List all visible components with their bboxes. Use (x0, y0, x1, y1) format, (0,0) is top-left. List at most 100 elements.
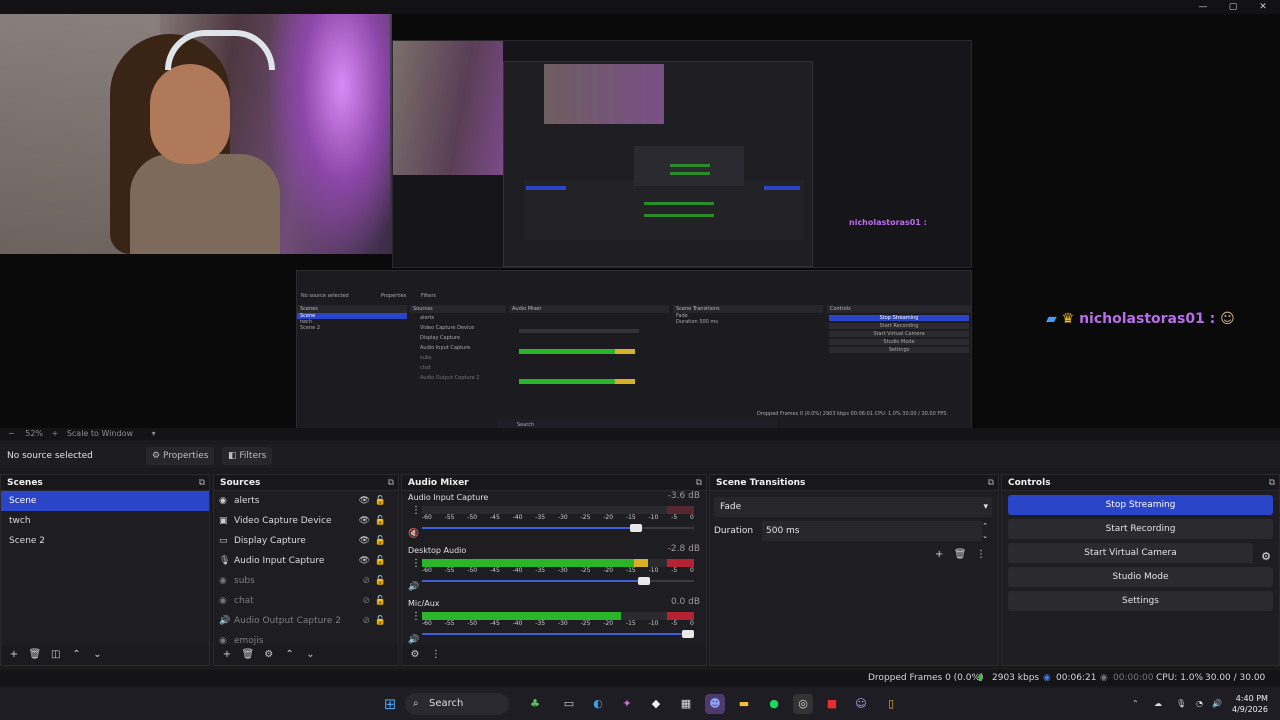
undock-icon[interactable]: ⧉ (388, 475, 394, 491)
scene-item[interactable]: Scene (1, 491, 209, 511)
task-view-icon[interactable]: ▭ (559, 694, 579, 714)
cloud-icon[interactable]: ☁ (1154, 688, 1162, 720)
filters-button[interactable]: ◧ Filters (222, 447, 273, 465)
zoom-plus-icon[interactable]: + (52, 429, 59, 438)
source-item[interactable]: ◉ emojis (214, 631, 398, 645)
eye-icon[interactable]: 👁 (359, 531, 370, 551)
chevron-up-icon[interactable]: ⌃ (68, 645, 86, 665)
spotify-icon[interactable]: ● (764, 694, 784, 714)
undock-icon[interactable]: ⧉ (1269, 475, 1275, 491)
source-item[interactable]: 🔊 Audio Output Capture 2 ⊘ 🔓 (214, 611, 398, 631)
eye-off-icon[interactable]: ⊘ (362, 611, 370, 631)
windows-start-icon[interactable]: ⊞ (380, 694, 400, 714)
store-icon[interactable]: ▦ (676, 694, 696, 714)
app-icon[interactable]: ◆ (646, 694, 666, 714)
properties-button[interactable]: ⚙ Properties (146, 447, 215, 465)
app-notes-icon[interactable]: ▯ (881, 694, 901, 714)
edge-icon[interactable]: ◐ (588, 694, 608, 714)
lock-icon[interactable]: 🔓 (375, 531, 386, 551)
volume-fader[interactable] (422, 576, 694, 586)
source-item[interactable]: ◉ subs ⊘ 🔓 (214, 571, 398, 591)
widget-icon[interactable]: ♣ (525, 694, 545, 714)
fader-knob[interactable] (638, 577, 651, 585)
trash-icon[interactable]: 🗑 (26, 645, 44, 665)
gear-icon[interactable]: ⚙ (260, 645, 278, 665)
discord-icon[interactable]: ☻ (705, 694, 725, 714)
stop-streaming-button[interactable]: Stop Streaming (1008, 495, 1273, 515)
wifi-icon[interactable]: ◔ (1196, 688, 1203, 720)
lock-icon[interactable]: 🔓 (375, 591, 386, 611)
maximize-button[interactable]: ▢ (1218, 0, 1248, 14)
lock-icon[interactable]: 🔓 (375, 511, 386, 531)
filter-icon[interactable]: ◫ (47, 645, 65, 665)
gear-icon[interactable]: ⚙ (406, 645, 424, 665)
start-virtual-camera-button[interactable]: Start Virtual Camera (1008, 543, 1253, 563)
channel-menu-icon[interactable]: ⋮ (411, 505, 421, 516)
fader-knob[interactable] (682, 630, 694, 638)
add-icon[interactable]: + (930, 545, 948, 565)
lock-icon[interactable]: 🔓 (375, 571, 386, 591)
undock-icon[interactable]: ⧉ (199, 475, 205, 491)
mic-icon[interactable]: 🎙 (1176, 688, 1186, 720)
app-red-icon[interactable]: ■ (822, 694, 842, 714)
lock-icon[interactable]: 🔓 (375, 551, 386, 571)
gear-icon[interactable]: ⚙ (1261, 547, 1271, 567)
source-item[interactable]: ◉ alerts 👁 🔓 (214, 491, 398, 511)
add-icon[interactable]: + (218, 645, 236, 665)
eye-icon[interactable]: 👁 (359, 551, 370, 571)
obs-icon[interactable]: ◎ (793, 694, 813, 714)
scene-item[interactable]: Scene 2 (1, 531, 209, 551)
lock-icon[interactable]: 🔓 (375, 491, 386, 511)
volume-fader[interactable] (422, 523, 694, 533)
trash-icon[interactable]: 🗑 (239, 645, 257, 665)
add-icon[interactable]: + (5, 645, 23, 665)
tick-label: -55 (444, 567, 455, 574)
fader-knob[interactable] (630, 524, 643, 532)
undock-icon[interactable]: ⧉ (988, 475, 994, 491)
app-bot-icon[interactable]: ☺ (851, 694, 871, 714)
studio-mode-button[interactable]: Studio Mode (1008, 567, 1273, 587)
copilot-icon[interactable]: ✦ (617, 694, 637, 714)
chevron-down-icon[interactable]: ⌄ (302, 645, 320, 665)
chevron-down-icon[interactable]: ▾ (152, 429, 156, 438)
clock[interactable]: 4:40 PM 4/9/2026 (1232, 693, 1268, 715)
eye-icon[interactable]: 👁 (359, 491, 370, 511)
zoom-minus-icon[interactable]: − (8, 429, 15, 438)
source-item[interactable]: ▣ Video Capture Device 👁 🔓 (214, 511, 398, 531)
chevron-up-icon[interactable]: ⌃ (281, 645, 299, 665)
more-icon[interactable]: ⋮ (972, 545, 990, 565)
duration-row: Duration 500 ms ⌃ ⌄ (714, 521, 992, 541)
volume-fader[interactable] (422, 629, 694, 639)
settings-button[interactable]: Settings (1008, 591, 1273, 611)
close-button[interactable]: ✕ (1248, 0, 1278, 14)
minimize-button[interactable]: — (1188, 0, 1218, 14)
source-item[interactable]: ◉ chat ⊘ 🔓 (214, 591, 398, 611)
eye-off-icon[interactable]: ⊘ (362, 591, 370, 611)
scale-mode[interactable]: Scale to Window (67, 429, 133, 438)
scene-item[interactable]: twch (1, 511, 209, 531)
folder-icon[interactable]: ▬ (734, 694, 754, 714)
transition-select[interactable]: Fade ▾ (714, 497, 992, 517)
lock-icon[interactable]: 🔓 (375, 611, 386, 631)
volume-icon[interactable]: 🔊 (1212, 688, 1222, 720)
undock-icon[interactable]: ⧉ (696, 475, 702, 491)
channel-menu-icon[interactable]: ⋮ (411, 611, 421, 622)
sources-title: Sources (220, 478, 261, 488)
speaker-icon[interactable]: 🔊 (408, 582, 419, 592)
eye-off-icon[interactable]: ⊘ (362, 571, 370, 591)
start-recording-button[interactable]: Start Recording (1008, 519, 1273, 539)
eye-icon[interactable]: 👁 (359, 511, 370, 531)
chevron-down-icon[interactable]: ⌄ (89, 645, 107, 665)
muted-speaker-icon[interactable]: 🔇 (408, 529, 419, 539)
source-item[interactable]: 🎙 Audio Input Capture 👁 🔓 (214, 551, 398, 571)
duration-input[interactable]: 500 ms (762, 521, 982, 541)
taskbar-search[interactable]: ⌕ Search (405, 693, 509, 715)
chevron-up-icon[interactable]: ⌃ (1132, 688, 1139, 720)
more-icon[interactable]: ⋮ (427, 645, 445, 665)
source-item[interactable]: ▭ Display Capture 👁 🔓 (214, 531, 398, 551)
program-preview[interactable]: nicholastoras01 : ▰ ♛ nicholastoras01 : … (0, 14, 1280, 428)
channel-menu-icon[interactable]: ⋮ (411, 558, 421, 569)
stepper-icon[interactable]: ⌃ ⌄ (982, 521, 988, 541)
trash-icon[interactable]: 🗑 (951, 545, 969, 565)
speaker-icon[interactable]: 🔊 (408, 635, 419, 645)
